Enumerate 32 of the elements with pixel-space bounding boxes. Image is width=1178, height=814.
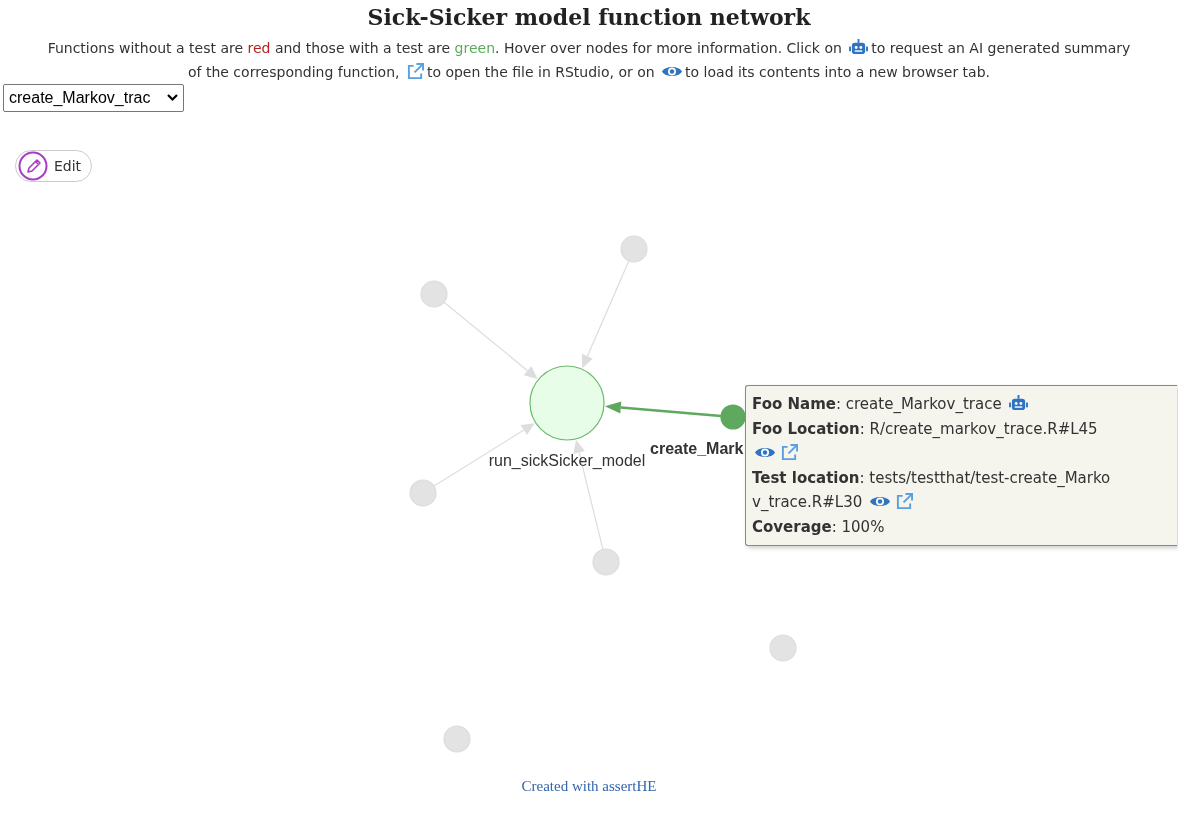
color-word: green (454, 40, 495, 56)
eye-icon[interactable] (870, 494, 891, 509)
external-link-icon[interactable] (896, 493, 914, 510)
page-title: Sick-Sicker model function network (366, 4, 812, 30)
tooltip-text: Foo Location: R/create_markov_trace.R#L45 (752, 419, 1098, 438)
eye-icon[interactable] (755, 445, 775, 460)
graph-node[interactable] (529, 365, 605, 441)
color-word: red (247, 40, 271, 56)
intro-text: . Hover over nodes for more information. Click on (495, 40, 842, 56)
eye-icon[interactable] (662, 64, 683, 79)
function-select[interactable]: create_Markov_trac (3, 84, 184, 112)
chevron-icon (167, 94, 178, 102)
intro-text: and those with a test are (274, 40, 451, 56)
pencil-icon (18, 151, 48, 181)
robot-icon[interactable] (849, 39, 869, 56)
intro-text: to open the file in RStudio, or on (426, 64, 655, 80)
footer-link[interactable]: Created with assertHE (521, 778, 657, 795)
node-label: create_Mark (650, 440, 744, 458)
robot-icon[interactable] (1009, 395, 1029, 412)
external-link-icon[interactable] (406, 63, 424, 80)
tooltip-text: Test location: tests/testthat/test-create_Marko (752, 468, 1111, 487)
tooltip-text: Coverage: 100% (752, 517, 885, 536)
intro-text: Functions without a test are (47, 40, 244, 56)
intro-text: to request an AI generated summary (871, 40, 1131, 56)
intro-text: of the corresponding function, (188, 64, 400, 80)
edit-button[interactable]: Edit (15, 150, 93, 182)
external-link-icon[interactable] (781, 444, 798, 461)
tooltip-text: Foo Name: create_Markov_trace (752, 395, 1002, 413)
tooltip-text: v_trace.R#L30 (752, 493, 863, 511)
intro-text: to load its contents into a new browser tab. (685, 64, 990, 80)
node-label: run_sickSicker_model (488, 452, 646, 470)
graph-node[interactable] (720, 404, 746, 430)
